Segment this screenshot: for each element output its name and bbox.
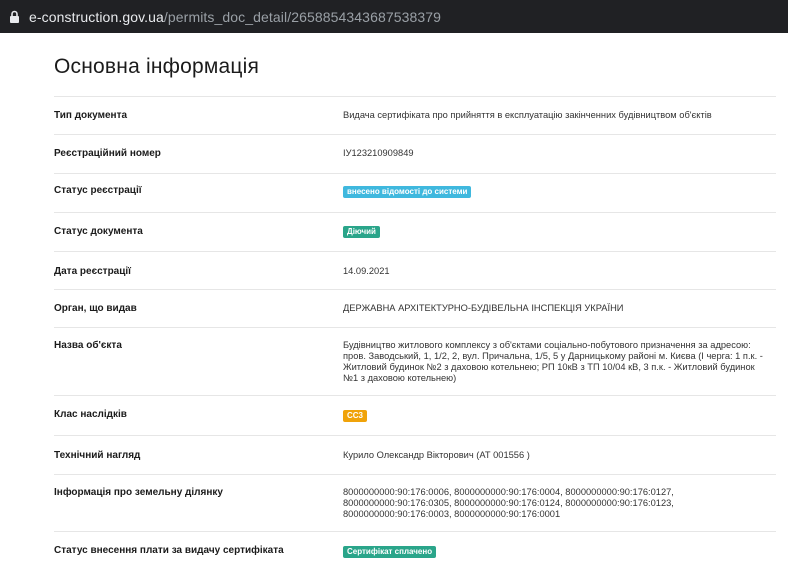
row-reg-status: Статус реєстрації внесено відомості до с… [54,173,776,212]
field-value: ДЕРЖАВНА АРХІТЕКТУРНО-БУДІВЕЛЬНА ІНСПЕКЦ… [343,303,624,313]
field-value: Будівництво житлового комплексу з об'єкт… [343,340,763,383]
row-reg-number: Реєстраційний номер ІУ123210909849 [54,134,776,173]
row-consequence-class: Клас наслідків СС3 [54,395,776,435]
row-doc-status: Статус документа Діючий [54,212,776,251]
url-host: e-construction.gov.ua [29,8,164,25]
status-badge: Сертифікат сплачено [343,546,437,558]
browser-address-bar[interactable]: e-construction.gov.ua/permits_doc_detail… [0,0,788,33]
field-label: Клас наслідків [54,409,127,420]
row-object-name: Назва об'єкта Будівництво житлового комп… [54,327,776,395]
status-badge: внесено відомості до системи [343,186,472,198]
field-label: Тип документа [54,110,128,121]
field-label: Статус документа [54,226,143,237]
status-badge: Діючий [343,226,380,238]
field-label: Статус внесення плати за видачу сертифік… [54,545,284,556]
lock-icon[interactable] [4,7,24,27]
row-tech-supervision: Технічний нагляд Курило Олександр Віктор… [54,435,776,474]
row-doc-type: Тип документа Видача сертифіката про при… [54,96,776,134]
page-content: Основна інформація Тип документа Видача … [0,33,788,566]
field-value: 8000000000:90:176:0006, 8000000000:90:17… [343,487,674,519]
row-reg-date: Дата реєстрації 14.09.2021 [54,251,776,289]
field-label: Дата реєстрації [54,266,131,277]
field-label: Технічний нагляд [54,450,141,461]
field-label: Інформація про земельну ділянку [54,487,223,498]
field-value: Курило Олександр Вікторович (АТ 001556 ) [343,450,530,460]
row-land-info: Інформація про земельну ділянку 80000000… [54,474,776,531]
field-value: ІУ123210909849 [343,148,414,158]
field-label: Назва об'єкта [54,340,122,351]
field-label: Реєстраційний номер [54,148,161,159]
row-issuer: Орган, що видав ДЕРЖАВНА АРХІТЕКТУРНО-БУ… [54,289,776,327]
row-fee-status: Статус внесення плати за видачу сертифік… [54,531,776,566]
field-value: 14.09.2021 [343,266,390,276]
field-label: Статус реєстрації [54,185,142,196]
class-badge: СС3 [343,410,368,422]
field-label: Орган, що видав [54,303,137,314]
field-value: Видача сертифіката про прийняття в експл… [343,110,712,120]
url-text[interactable]: e-construction.gov.ua/permits_doc_detail… [29,9,441,25]
page-title: Основна інформація [54,55,260,78]
url-path: /permits_doc_detail/2658854343687538379 [163,8,442,25]
